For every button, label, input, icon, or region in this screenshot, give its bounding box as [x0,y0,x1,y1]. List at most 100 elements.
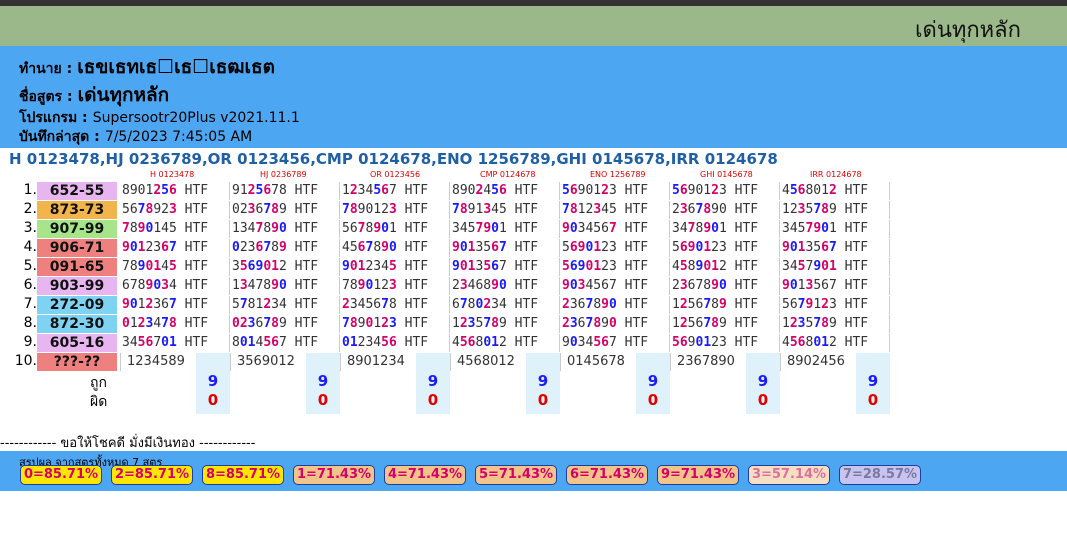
digit-cell: 2367890 HTF [670,201,780,219]
summary-badge: 5=71.43% [475,465,557,485]
digit-cell: 9013567 HTF [450,258,560,276]
row-number: 5. [23,258,37,274]
owner-label: ทำนาย : [19,61,73,77]
digit-cell: 4568012 HTF [780,334,890,352]
digit-cell: 2367890 HTF [560,296,670,314]
updated-label: บันทึกล่าสุด : [19,129,100,145]
updated-value: 7/5/2023 7:45:05 AM [104,129,253,145]
row-number: 6. [23,277,37,293]
wrong-count: 0 [317,391,329,409]
row-number: 8. [23,315,37,331]
column-header: H 0123478 [150,170,195,179]
digit-cell: 3457901 HTF [780,220,890,238]
digit-cell: 4568012 HTF [780,182,890,200]
result-pair: 873-73 [37,201,117,219]
summary-badge: 6=71.43% [566,465,648,485]
digit-cell: 9034567 HTF [560,277,670,295]
pending-cell: 4568012 [450,353,515,371]
row-number: 4. [23,239,37,255]
result-pair: 091-65 [37,258,117,276]
digit-cell: 5690123 HTF [560,258,670,276]
digit-cell: 0123456 HTF [340,334,450,352]
digit-cell: 4589012 HTF [670,258,780,276]
digit-cell: 7891345 HTF [450,201,560,219]
digit-cell: 6780234 HTF [450,296,560,314]
summary-bar: สรุปผล จากสูตรทั้งหมด 7 สูตร 0=85.71% 2=8… [0,451,1067,491]
result-pair: 652-55 [37,182,117,200]
digit-cell: 4567890 HTF [340,239,450,257]
column-header: HJ 0236789 [260,170,307,179]
digit-cell: 3457901 HTF [780,258,890,276]
digit-cell: 7812345 HTF [560,201,670,219]
pending-cell: 3569012 [230,353,295,371]
row-number: 9. [23,334,37,350]
digit-cell: 0236789 HTF [230,315,340,333]
summary-badge: 9=71.43% [657,465,739,485]
digit-cell: 9012367 HTF [120,296,230,314]
digit-cell: 1347890 HTF [230,220,340,238]
results-grid: H 0123478 HJ 0236789 OR 0123456 CMP 0124678… [10,170,910,414]
result-pair: 272-09 [37,296,117,314]
digit-cell: 6789034 HTF [120,277,230,295]
right-count: 9 [867,372,879,390]
digit-cell: 9034567 HTF [560,334,670,352]
digit-cell: 2346890 HTF [450,277,560,295]
summary-badge: 1=71.43% [293,465,375,485]
digit-cell: 9034567 HTF [560,220,670,238]
pending-cell: 2367890 [670,353,735,371]
digit-cell: 5781234 HTF [230,296,340,314]
result-pair: 903-99 [37,277,117,295]
digit-cell: 7890145 HTF [120,220,230,238]
digit-cell: 0123478 HTF [120,315,230,333]
wrong-count: 0 [537,391,549,409]
digit-cell: 7890123 HTF [340,277,450,295]
digit-cell: 3457901 HTF [450,220,560,238]
right-count: 9 [427,372,439,390]
wrong-label: ผิด [90,394,108,410]
digit-cell: 1235789 HTF [450,315,560,333]
digit-cell: 5678901 HTF [340,220,450,238]
digit-cell: 5678923 HTF [120,201,230,219]
digit-cell: 1234567 HTF [340,182,450,200]
result-pair: ???-?? [37,353,117,371]
right-count: 9 [757,372,769,390]
digit-cell: 1235789 HTF [780,201,890,219]
digit-cell: 0236789 HTF [230,201,340,219]
right-count: 9 [207,372,219,390]
title-bar: เด่นทุกหลัก [0,6,1067,46]
digit-cell: 1347890 HTF [230,277,340,295]
digit-cell: 2367890 HTF [670,277,780,295]
digit-cell: 4568012 HTF [450,334,560,352]
digit-cell: 7890123 HTF [340,315,450,333]
owner-row: ทำนาย : เธขเธทเธ☐เธ☐เธฒเธต [19,52,275,82]
program-label: โปรแกรม : [19,110,88,126]
row-number: 1. [23,182,37,198]
row-number: 7. [23,296,37,312]
digit-cell: 5690123 HTF [670,182,780,200]
digit-cell: 5690123 HTF [670,239,780,257]
summary-badge: 2=85.71% [111,465,193,485]
wrong-count: 0 [757,391,769,409]
digit-cell: 9012367 HTF [120,239,230,257]
digit-cell: 2345678 HTF [340,296,450,314]
right-count: 9 [317,372,329,390]
result-pair: 907-99 [37,220,117,238]
wrong-count: 0 [867,391,879,409]
program-value: Supersootr20Plus v2021.11.1 [92,110,300,126]
formula-name-value: เด่นทุกหลัก [77,84,170,106]
updated-row: บันทึกล่าสุด : 7/5/2023 7:45:05 AM [19,126,252,148]
digit-cell: 9012345 HTF [340,258,450,276]
result-pair: 872-30 [37,315,117,333]
result-pair: 906-71 [37,239,117,257]
info-panel: ทำนาย : เธขเธทเธ☐เธ☐เธฒเธต ชื่อสูตร : เด… [0,46,1067,148]
digit-cell: 5690123 HTF [560,239,670,257]
digit-cell: 7890123 HTF [340,201,450,219]
pending-cell: 0145678 [560,353,625,371]
digit-cell: 1235789 HTF [780,315,890,333]
digit-cell: 9013567 HTF [780,239,890,257]
right-count: 9 [537,372,549,390]
formula-name-label: ชื่อสูตร : [19,89,73,105]
luck-text: ------------ ขอให้โชคดี มั่งมีเงินทอง --… [0,436,256,451]
formula-name-row: ชื่อสูตร : เด่นทุกหลัก [19,80,169,110]
digit-cell: 3569012 HTF [230,258,340,276]
